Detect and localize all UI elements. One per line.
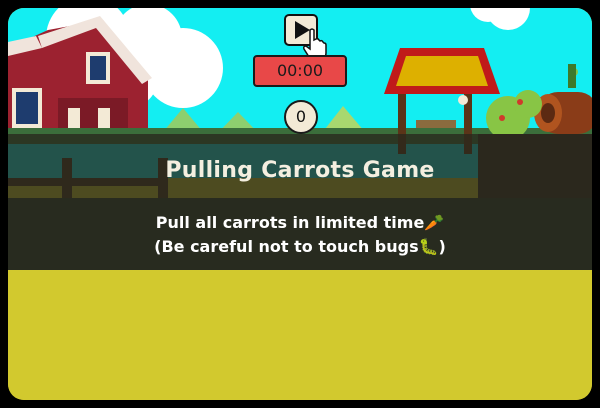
game-title: Pulling Carrots Game xyxy=(165,158,435,183)
score-counter: 0 xyxy=(284,100,318,134)
instruction-line: Pull all carrots in limited time🥕 xyxy=(155,213,445,232)
timer-display: 00:00 xyxy=(253,55,347,87)
game-container: Pulling Carrots Game Pull all carrots in… xyxy=(8,8,592,400)
warning-line: (Be careful not to touch bugs🐛) xyxy=(154,237,446,256)
